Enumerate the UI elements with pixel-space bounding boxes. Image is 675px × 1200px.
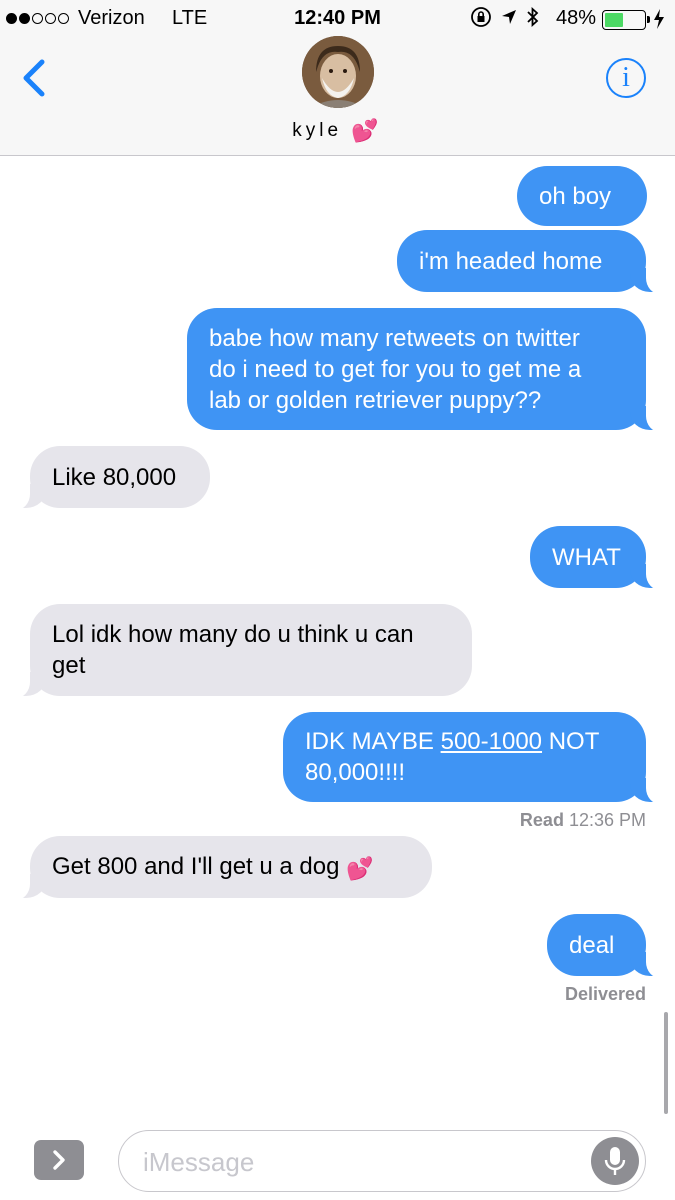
message-text: Like 80,000: [52, 463, 177, 491]
app-drawer-button[interactable]: [34, 1140, 84, 1180]
message-text: deal: [569, 931, 615, 959]
message-bubble-outgoing[interactable]: WHAT: [530, 526, 672, 590]
scroll-indicator[interactable]: [664, 1012, 668, 1114]
microphone-button[interactable]: [591, 1137, 639, 1185]
message-text: Lol idk how many do u think u can get: [52, 621, 414, 679]
read-receipt: Read 12:36 PM: [519, 810, 646, 830]
message-link[interactable]: 500-1000: [441, 728, 542, 755]
message-text: babe how many retweets on twitter do i n…: [209, 324, 582, 414]
messages-screen: Verizon LTE 12:40 PM 48% kyle 💕 i oh boy…: [0, 0, 675, 1200]
message-bubble-outgoing[interactable]: babe how many retweets on twitter do i n…: [187, 308, 672, 432]
chevron-right-icon: [53, 1150, 65, 1170]
message-bubble-outgoing[interactable]: i'm headed home: [397, 230, 672, 294]
charging-bolt-icon: [654, 9, 664, 29]
message-bubble-outgoing[interactable]: deal: [547, 914, 672, 978]
contact-name[interactable]: kyle 💕: [0, 118, 675, 144]
microphone-icon: [604, 1147, 626, 1175]
location-arrow-icon: [502, 10, 516, 24]
message-bubble-incoming[interactable]: Get 800 and I'll get u a dog 💕: [4, 836, 432, 900]
message-text: WHAT: [552, 543, 621, 571]
message-text: Get 800 and I'll get u a dog 💕: [52, 851, 374, 884]
message-text: i'm headed home: [419, 247, 603, 275]
back-chevron-icon[interactable]: [18, 58, 52, 98]
bluetooth-icon: [527, 6, 539, 28]
conversation-header: Verizon LTE 12:40 PM 48% kyle 💕 i: [0, 0, 675, 156]
message-bubble-incoming[interactable]: Lol idk how many do u think u can get: [4, 604, 472, 698]
delivered-receipt: Delivered: [564, 984, 646, 1004]
message-input[interactable]: iMessage: [118, 1130, 646, 1192]
two-hearts-icon: 💕: [351, 118, 383, 143]
battery-percent: 48%: [556, 7, 597, 29]
message-text: oh boy: [539, 182, 612, 210]
battery-icon: [602, 10, 650, 30]
message-text: IDK MAYBE 500-1000 NOT 80,000!!!!: [305, 728, 600, 786]
orientation-lock-icon: [471, 7, 491, 27]
message-bubble-outgoing[interactable]: IDK MAYBE 500-1000 NOT 80,000!!!!: [283, 712, 672, 804]
two-hearts-icon: 💕: [346, 855, 374, 881]
message-bubble-incoming[interactable]: Like 80,000: [4, 446, 210, 510]
message-bubble-outgoing[interactable]: oh boy: [517, 166, 647, 226]
message-input-placeholder: iMessage: [143, 1147, 255, 1177]
info-icon[interactable]: i: [606, 58, 646, 98]
status-bar: Verizon LTE 12:40 PM 48%: [0, 0, 675, 38]
contact-avatar[interactable]: [302, 36, 374, 108]
